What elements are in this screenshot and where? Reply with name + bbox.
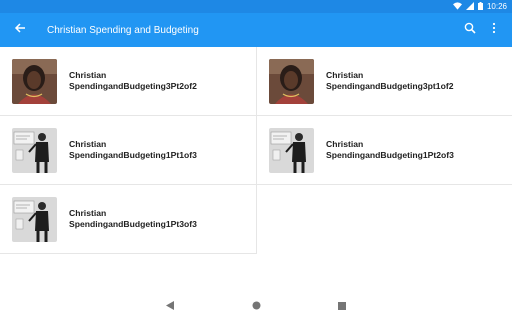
thumbnail-woman-portrait [12,58,57,104]
recents-square-icon [338,297,346,315]
status-bar: 10:26 [0,0,512,13]
item-title-line2: SpendingandBudgeting1Pt2of3 [326,150,454,160]
item-title: Christian SpendingandBudgeting1Pt3of3 [69,208,197,230]
nav-back-button[interactable] [127,292,213,320]
app-bar: Christian Spending and Budgeting [0,13,512,47]
item-title: Christian SpendingandBudgeting3pt1of2 [326,70,453,92]
back-button[interactable] [0,13,40,47]
list-item[interactable]: Christian SpendingandBudgeting1Pt1of3 [0,116,257,185]
search-button[interactable] [458,13,482,47]
home-circle-icon [252,297,261,315]
empty-cell [257,185,512,254]
thumbnail-man-at-whiteboard [12,196,57,242]
item-title: Christian SpendingandBudgeting1Pt2of3 [326,139,454,161]
search-icon [464,21,476,39]
nav-home-button[interactable] [213,292,299,320]
thumbnail-man-at-whiteboard [269,127,314,173]
signal-icon [465,1,474,12]
item-title-line2: SpendingandBudgeting3pt1of2 [326,81,454,91]
nav-recents-button[interactable] [299,292,385,320]
app-title: Christian Spending and Budgeting [47,24,199,36]
battery-icon [477,1,483,12]
item-title-line1: Christian [326,139,364,149]
more-options-button[interactable] [482,13,506,47]
item-title: Christian SpendingandBudgeting3Pt2of2 [69,70,197,92]
list-item[interactable]: Christian SpendingandBudgeting3Pt2of2 [0,47,257,116]
item-title-line1: Christian [326,70,364,80]
thumbnail-man-at-whiteboard [12,127,57,173]
item-title-line1: Christian [69,208,107,218]
item-title-line2: SpendingandBudgeting1Pt1of3 [69,150,197,160]
app-actions [458,13,506,47]
item-grid: Christian SpendingandBudgeting3Pt2of2 Ch… [0,47,512,254]
wifi-icon [452,1,462,12]
list-item[interactable]: Christian SpendingandBudgeting1Pt3of3 [0,185,257,254]
item-title: Christian SpendingandBudgeting1Pt1of3 [69,139,197,161]
list-item[interactable]: Christian SpendingandBudgeting3pt1of2 [257,47,512,116]
status-icons [452,1,483,12]
more-vert-icon [492,21,496,39]
list-item[interactable]: Christian SpendingandBudgeting1Pt2of3 [257,116,512,185]
item-title-line2: SpendingandBudgeting3Pt2of2 [69,81,197,91]
item-title-line1: Christian [69,70,107,80]
thumbnail-woman-portrait [269,58,314,104]
back-arrow-icon [14,21,26,39]
item-title-line1: Christian [69,139,107,149]
back-triangle-icon [165,297,175,315]
item-title-line2: SpendingandBudgeting1Pt3of3 [69,219,197,229]
system-nav-bar [0,292,512,320]
status-time: 10:26 [486,2,507,11]
